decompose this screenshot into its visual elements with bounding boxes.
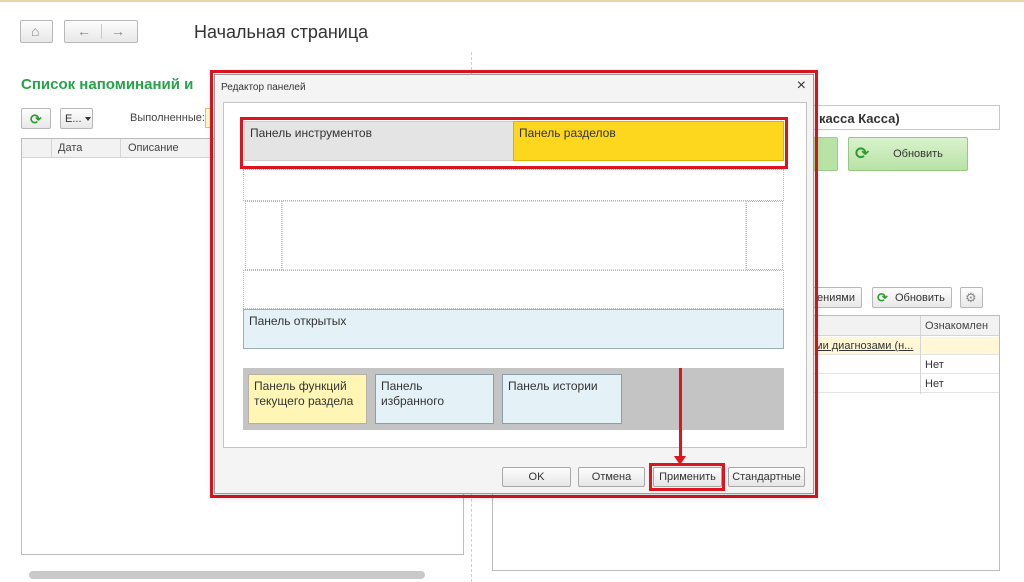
home-button[interactable]: ⌂ (20, 20, 53, 43)
combo-value: Е... (65, 113, 82, 125)
refresh-icon: ⟳ (30, 111, 42, 127)
empty-drop-zone-right[interactable] (746, 201, 783, 270)
refresh-button-label: Обновить (893, 148, 943, 160)
close-icon[interactable]: × (797, 77, 806, 95)
cash-field-value: касса Касса) (819, 111, 900, 126)
top-panels-highlight (240, 117, 788, 169)
apply-highlight (649, 463, 725, 491)
column-divider (120, 139, 121, 158)
toolbar-partial-label: ениями (817, 292, 856, 304)
page-title: Начальная страница (194, 22, 369, 42)
standard-button[interactable]: Стандартные (728, 467, 805, 487)
column-divider (920, 336, 921, 394)
row-text[interactable]: ми диагнозами (н... (815, 340, 913, 352)
column-divider (920, 316, 921, 336)
history-nav: ← → (64, 20, 138, 43)
cash-field[interactable]: касса Касса) (800, 105, 1000, 130)
column-header-description[interactable]: Описание (128, 142, 179, 154)
cancel-button[interactable]: Отмена (578, 467, 645, 487)
settings-button[interactable]: ⚙ (960, 287, 983, 308)
home-icon: ⌂ (31, 23, 40, 39)
empty-drop-zone-left[interactable] (245, 201, 282, 270)
done-label: Выполненные: (130, 112, 205, 124)
working-area (282, 201, 746, 270)
panel-history[interactable]: Панель истории (502, 374, 622, 424)
empty-drop-zone-top[interactable] (243, 169, 784, 201)
toolbar-refresh-label: Обновить (895, 292, 945, 304)
top-accent-line (0, 0, 1024, 2)
gear-icon: ⚙ (965, 290, 977, 305)
chevron-down-icon (85, 117, 91, 121)
panel-open[interactable]: Панель открытых (243, 309, 784, 349)
refresh-icon: ⟳ (877, 290, 888, 305)
column-header-acknowledged[interactable]: Ознакомлен (925, 320, 988, 332)
toolbar-refresh-button[interactable]: ⟳ Обновить (872, 287, 952, 308)
panel-favorites[interactable]: Панель избранного (375, 374, 494, 424)
empty-drop-zone-bottom[interactable] (243, 270, 784, 309)
left-filter-combo[interactable]: Е... (60, 108, 93, 129)
dialog-titlebar[interactable]: Редактор панелей × (215, 75, 813, 99)
horizontal-scrollbar[interactable] (29, 571, 425, 579)
row-value: Нет (925, 378, 944, 390)
row-value: Нет (925, 359, 944, 371)
arrow-right-icon[interactable]: → (111, 24, 125, 38)
dialog-title: Редактор панелей (221, 82, 306, 93)
section-title: Список напоминаний и (21, 76, 194, 93)
ok-button[interactable]: OK (502, 467, 571, 487)
toolbar-button-partial[interactable]: ениями (812, 287, 862, 308)
left-refresh-button[interactable]: ⟳ (21, 108, 51, 129)
refresh-button[interactable]: ⟳ Обновить (848, 137, 968, 171)
nav-separator (101, 24, 102, 39)
arrow-left-icon[interactable]: ← (77, 24, 91, 38)
pointer-arrow-line (679, 368, 682, 461)
panel-functions[interactable]: Панель функций текущего раздела (248, 374, 367, 424)
pointer-arrow-icon (674, 456, 686, 465)
column-divider (51, 139, 52, 158)
column-header-date[interactable]: Дата (58, 142, 82, 154)
